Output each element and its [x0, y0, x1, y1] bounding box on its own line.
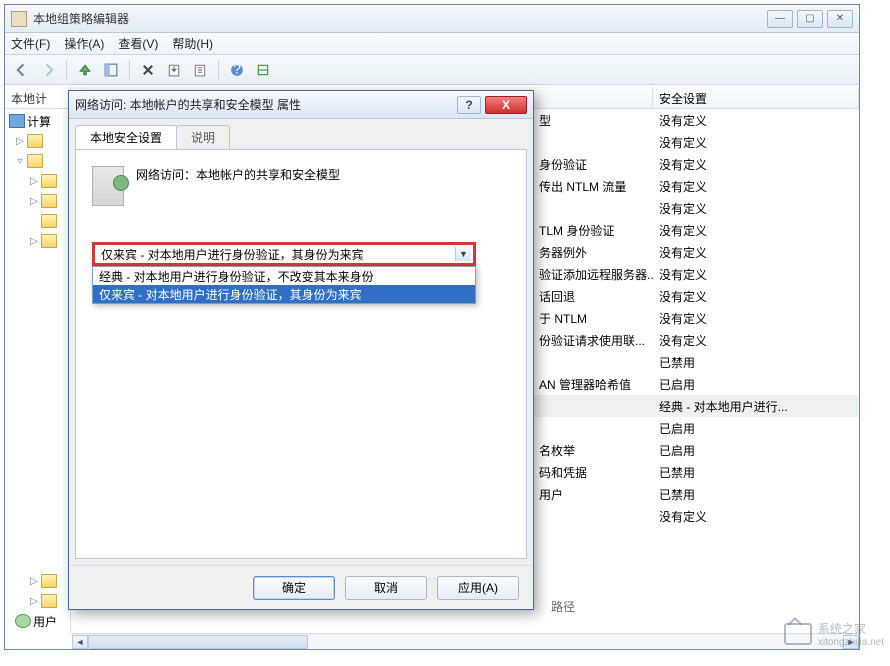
menu-action[interactable]: 操作(A) [64, 35, 104, 52]
minimize-button[interactable]: — [767, 10, 793, 28]
tree-pane: 本地计 计算 ▷ ▿ ▷ ▷ ▷ ▷ ▷ 用户 [5, 87, 71, 633]
setting-cell: 已禁用 [653, 354, 859, 371]
tree-item[interactable]: ▷ [5, 191, 70, 211]
scroll-left-button[interactable]: ◄ [72, 635, 88, 649]
menu-help[interactable]: 帮助(H) [172, 35, 213, 52]
path-label: 路径 [551, 598, 575, 615]
toolbar-separator [129, 60, 130, 80]
chevron-down-icon[interactable]: ▼ [455, 247, 471, 261]
cancel-button[interactable]: 取消 [345, 576, 427, 600]
tree-item[interactable]: ▷ [5, 131, 70, 151]
tab-explain[interactable]: 说明 [176, 125, 230, 149]
setting-cell: 没有定义 [653, 156, 859, 173]
policy-icon [92, 166, 124, 206]
folder-icon [41, 194, 57, 208]
setting-cell: 没有定义 [653, 112, 859, 129]
dialog-title: 网络访问: 本地帐户的共享和安全模型 属性 [75, 96, 457, 113]
sharing-model-combo[interactable]: 仅来宾 - 对本地用户进行身份验证，其身份为来宾 ▼ [92, 242, 476, 266]
computer-icon [9, 114, 25, 128]
window-title: 本地组策略编辑器 [33, 10, 767, 27]
setting-cell: 没有定义 [653, 288, 859, 305]
setting-cell: 没有定义 [653, 332, 859, 349]
watermark-brand: 系统之家 [818, 620, 884, 637]
app-icon [11, 11, 27, 27]
column-setting[interactable]: 安全设置 [653, 87, 859, 108]
watermark-logo-icon [784, 623, 812, 645]
folder-icon [41, 174, 57, 188]
close-button[interactable]: ✕ [827, 10, 853, 28]
setting-cell: 没有定义 [653, 178, 859, 195]
horizontal-scrollbar[interactable]: ◄ ► [72, 633, 859, 649]
combo-value: 仅来宾 - 对本地用户进行身份验证，其身份为来宾 [101, 246, 364, 263]
toolbar-separator [66, 60, 67, 80]
menu-file[interactable]: 文件(F) [11, 35, 50, 52]
tree-item[interactable]: ▷ [5, 571, 70, 591]
tree-users[interactable]: 用户 [5, 611, 70, 631]
tab-panel: 网络访问：本地帐户的共享和安全模型 仅来宾 - 对本地用户进行身份验证，其身份为… [75, 149, 527, 559]
help-button[interactable]: ? [226, 59, 248, 81]
scroll-track[interactable] [88, 635, 843, 649]
folder-icon [41, 234, 57, 248]
properties-dialog: 网络访问: 本地帐户的共享和安全模型 属性 ? X 本地安全设置 说明 网络访问… [68, 90, 534, 610]
toolbar-separator [218, 60, 219, 80]
watermark-url: xitongzhijia.net [818, 637, 884, 648]
dialog-help-button[interactable]: ? [457, 96, 481, 114]
forward-button[interactable] [37, 59, 59, 81]
setting-cell: 已启用 [653, 442, 859, 459]
tab-local-security[interactable]: 本地安全设置 [75, 125, 177, 149]
tree-item[interactable]: ▷ [5, 231, 70, 251]
folder-icon [41, 594, 57, 608]
tree-item[interactable]: ▷ [5, 171, 70, 191]
setting-cell: 没有定义 [653, 244, 859, 261]
setting-cell: 没有定义 [653, 266, 859, 283]
tree-item[interactable]: ▿ [5, 151, 70, 171]
maximize-button[interactable]: ▢ [797, 10, 823, 28]
setting-cell: 已禁用 [653, 464, 859, 481]
folder-icon [41, 574, 57, 588]
up-button[interactable] [74, 59, 96, 81]
scroll-thumb[interactable] [88, 635, 308, 649]
refresh-button[interactable] [252, 59, 274, 81]
setting-cell: 已启用 [653, 376, 859, 393]
tree-item[interactable] [5, 211, 70, 231]
tree-header: 本地计 [5, 87, 70, 109]
combo-option-guest[interactable]: 仅来宾 - 对本地用户进行身份验证，其身份为来宾 [93, 285, 475, 303]
properties-button[interactable] [189, 59, 211, 81]
collapse-icon[interactable]: ▿ [15, 156, 25, 166]
toolbar: ? [5, 55, 859, 85]
setting-cell: 没有定义 [653, 222, 859, 239]
ok-button[interactable]: 确定 [253, 576, 335, 600]
back-button[interactable] [11, 59, 33, 81]
dialog-close-button[interactable]: X [485, 96, 527, 114]
show-hide-tree-button[interactable] [100, 59, 122, 81]
user-icon [15, 614, 31, 628]
export-button[interactable] [163, 59, 185, 81]
tree-root[interactable]: 计算 [5, 111, 70, 131]
combo-option-classic[interactable]: 经典 - 对本地用户进行身份验证，不改变其本来身份 [93, 267, 475, 285]
folder-icon [27, 154, 43, 168]
policy-label: 网络访问：本地帐户的共享和安全模型 [136, 166, 340, 183]
expand-icon[interactable]: ▷ [15, 136, 25, 146]
folder-icon [27, 134, 43, 148]
setting-cell: 已启用 [653, 420, 859, 437]
svg-text:?: ? [233, 63, 241, 77]
titlebar: 本地组策略编辑器 — ▢ ✕ [5, 5, 859, 33]
dialog-button-row: 确定 取消 应用(A) [69, 565, 533, 609]
apply-button[interactable]: 应用(A) [437, 576, 519, 600]
setting-cell: 没有定义 [653, 508, 859, 525]
setting-cell: 没有定义 [653, 134, 859, 151]
setting-cell: 没有定义 [653, 310, 859, 327]
dialog-titlebar: 网络访问: 本地帐户的共享和安全模型 属性 ? X [69, 91, 533, 119]
setting-cell: 经典 - 对本地用户进行... [653, 398, 859, 415]
tree-item[interactable]: ▷ [5, 591, 70, 611]
delete-button[interactable] [137, 59, 159, 81]
menu-view[interactable]: 查看(V) [118, 35, 158, 52]
tab-strip: 本地安全设置 说明 [75, 125, 527, 149]
setting-cell: 没有定义 [653, 200, 859, 217]
folder-icon [41, 214, 57, 228]
watermark: 系统之家 xitongzhijia.net [784, 620, 884, 648]
menubar: 文件(F) 操作(A) 查看(V) 帮助(H) [5, 33, 859, 55]
combo-dropdown: 经典 - 对本地用户进行身份验证，不改变其本来身份 仅来宾 - 对本地用户进行身… [92, 266, 476, 304]
setting-cell: 已禁用 [653, 486, 859, 503]
